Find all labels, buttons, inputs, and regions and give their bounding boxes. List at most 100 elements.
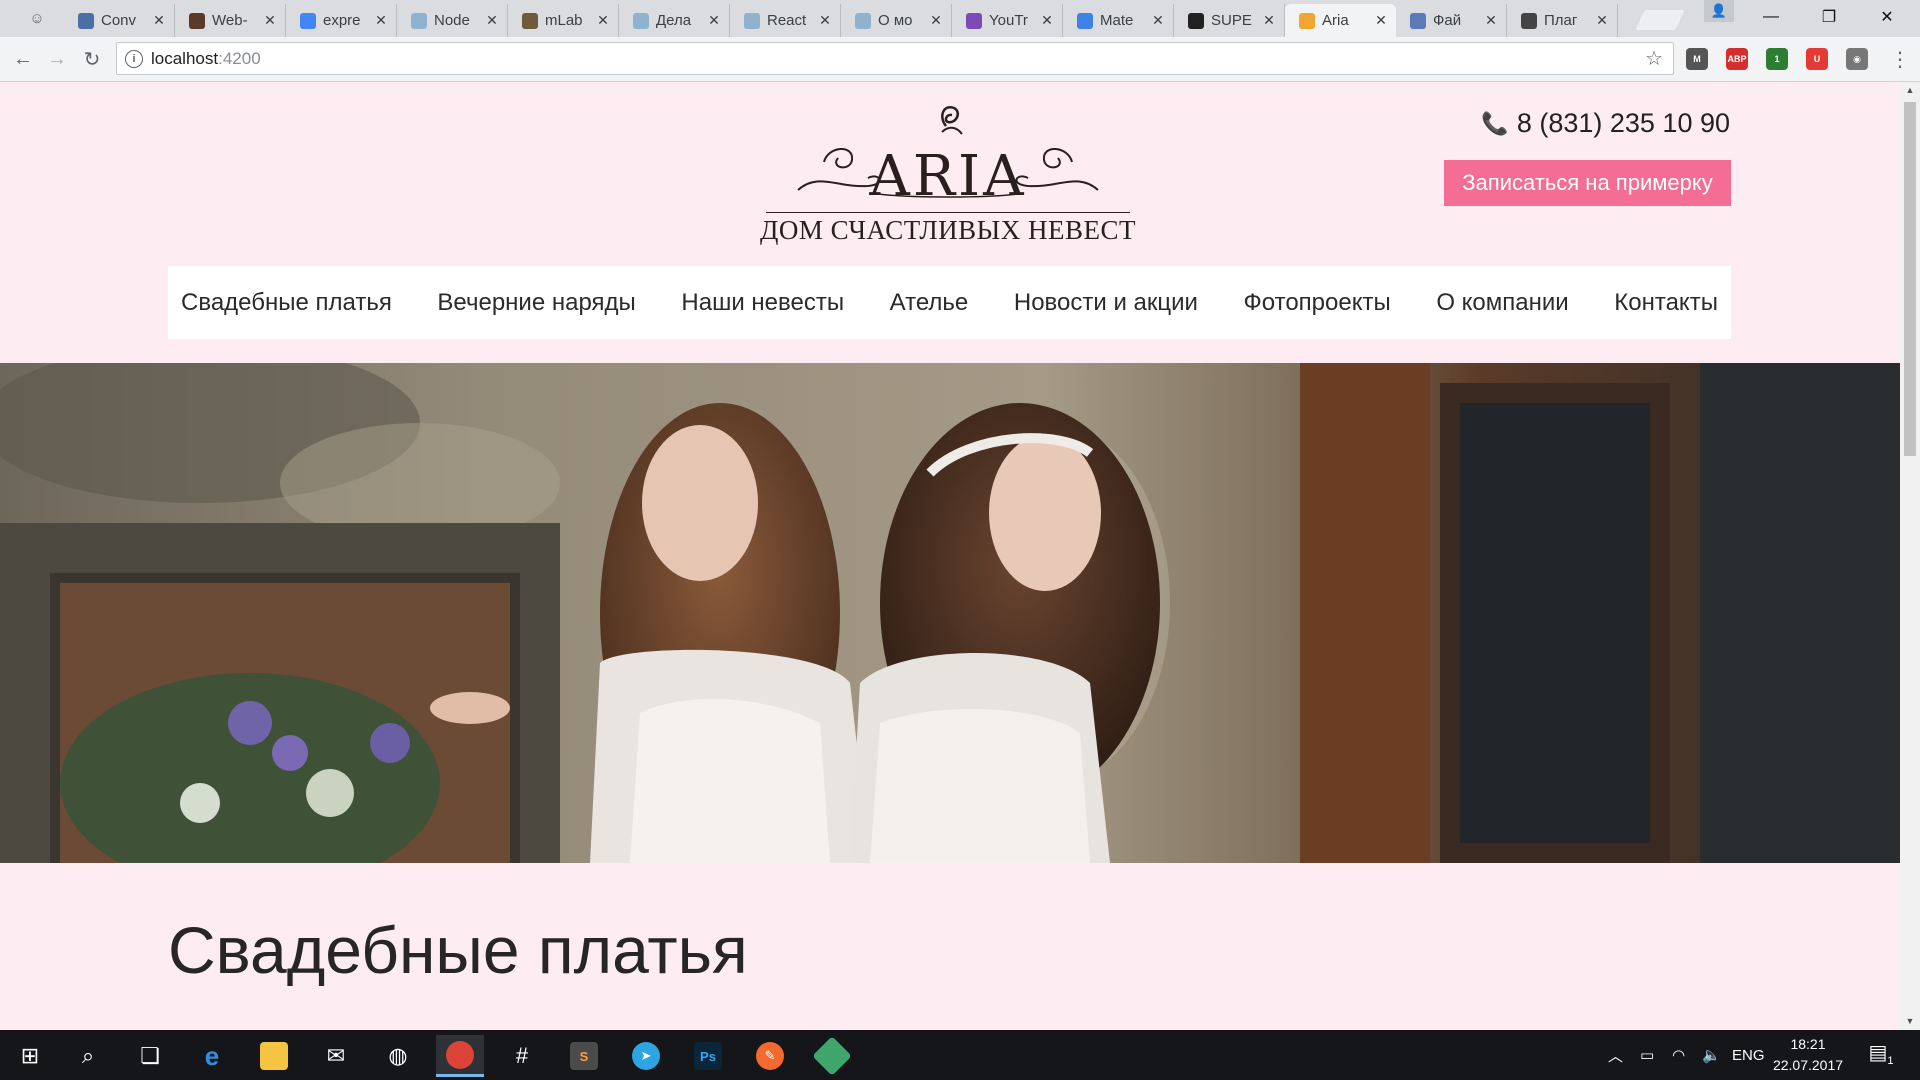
browser-tab[interactable]: Conv ✕ (64, 4, 175, 37)
tab-close-icon[interactable]: ✕ (1595, 12, 1609, 29)
browser-tab[interactable]: Фай ✕ (1396, 4, 1507, 37)
browser-toolbar: ← → ↻ i localhost:4200 ☆ M ABP 1 U ◉ ⋮ (0, 37, 1920, 82)
browser-tab[interactable]: Mate ✕ (1063, 4, 1174, 37)
site-info-icon[interactable]: i (125, 49, 143, 68)
tab-close-icon[interactable]: ✕ (929, 12, 943, 29)
extension-icon[interactable]: U (1806, 48, 1828, 70)
tab-close-icon[interactable]: ✕ (707, 12, 721, 29)
tab-favicon-icon (744, 12, 760, 29)
tab-close-icon[interactable]: ✕ (1374, 12, 1388, 29)
tab-favicon-icon (1077, 12, 1093, 29)
telegram-icon[interactable]: ➤ (622, 1035, 670, 1077)
address-bar[interactable]: i localhost:4200 ☆ (116, 42, 1674, 75)
nav-menu-item[interactable]: Свадебные платья (181, 289, 392, 317)
incognito-profile-icon[interactable]: ☺ (26, 8, 48, 28)
battery-icon[interactable]: ▭ (1640, 1030, 1654, 1080)
file-explorer-icon[interactable] (250, 1035, 298, 1077)
tab-close-icon[interactable]: ✕ (152, 12, 166, 29)
page-viewport: ARIA ДОМ СЧАСТЛИВЫХ НЕВЕСТ 📞 8 (831) 235… (0, 82, 1900, 1030)
chrome-icon[interactable] (436, 1035, 484, 1077)
restore-window-button[interactable]: ❐ (1800, 0, 1858, 34)
extension-icon[interactable]: 1 (1766, 48, 1788, 70)
scroll-up-icon[interactable]: ▲ (1900, 82, 1920, 99)
tab-title: О мо (878, 12, 913, 29)
tab-favicon-icon (300, 12, 316, 29)
sublime-text-icon[interactable]: S (560, 1035, 608, 1077)
wifi-icon[interactable]: ◠ (1672, 1030, 1685, 1080)
nav-menu-item[interactable]: Вечерние наряды (437, 289, 635, 317)
tab-title: Mate (1100, 12, 1134, 29)
tab-favicon-icon (1299, 12, 1315, 29)
extension-icon[interactable]: ABP (1726, 48, 1748, 70)
pen-app-icon[interactable]: ✎ (746, 1035, 794, 1077)
browser-tab-strip: ☺ Conv ✕ Web- ✕ expre ✕ Node ✕ mLab ✕ Дела ✕ React ✕ О… (0, 0, 1920, 37)
tab-title: Плаг (1544, 12, 1578, 29)
edge-browser-icon[interactable]: e (188, 1035, 236, 1077)
tab-close-icon[interactable]: ✕ (1040, 12, 1054, 29)
show-hidden-icons-icon[interactable]: ︿ (1608, 1030, 1623, 1080)
nav-menu-item[interactable]: О компании (1436, 289, 1568, 317)
search-icon[interactable]: ⌕ (64, 1035, 112, 1077)
tab-title: Conv (101, 12, 137, 29)
browser-tab[interactable]: О мо ✕ (841, 4, 952, 37)
main-navigation: Свадебные платья Вечерние наряды Наши неве… (168, 266, 1731, 339)
browser-tab[interactable]: Дела ✕ (619, 4, 730, 37)
scroll-down-icon[interactable]: ▼ (1900, 1013, 1920, 1030)
browser-tab[interactable]: YouTr ✕ (952, 4, 1063, 37)
tab-close-icon[interactable]: ✕ (485, 12, 499, 29)
site-logo[interactable]: ARIA ДОМ СЧАСТЛИВЫХ НЕВЕСТ (758, 102, 1138, 245)
page-scrollbar[interactable]: ▲ ▼ (1900, 82, 1920, 1030)
tab-close-icon[interactable]: ✕ (1262, 12, 1276, 29)
tab-favicon-icon (1521, 12, 1537, 29)
forward-arrow-icon[interactable]: → (43, 45, 71, 73)
nav-menu-item[interactable]: Новости и акции (1014, 289, 1198, 317)
header-phone[interactable]: 📞 8 (831) 235 10 90 (1481, 108, 1730, 139)
tab-title: YouTr (989, 12, 1028, 29)
tab-close-icon[interactable]: ✕ (1151, 12, 1165, 29)
browser-tab[interactable]: expre ✕ (286, 4, 397, 37)
nav-menu-item[interactable]: Ателье (890, 289, 969, 317)
photoshop-icon[interactable]: Ps (684, 1035, 732, 1077)
minimize-window-button[interactable]: — (1742, 0, 1800, 34)
close-window-button[interactable]: ✕ (1858, 0, 1916, 34)
browser-tab[interactable]: Node ✕ (397, 4, 508, 37)
clock-date: 22.07.2017 (1772, 1057, 1844, 1073)
language-indicator[interactable]: ENG (1732, 1030, 1765, 1080)
user-profile-icon[interactable]: 👤 (1704, 0, 1734, 22)
app-globe-icon[interactable]: ◍ (374, 1035, 422, 1077)
mail-icon[interactable]: ✉ (312, 1035, 360, 1077)
browser-tab[interactable]: mLab ✕ (508, 4, 619, 37)
new-tab-button[interactable] (1635, 10, 1685, 30)
browser-menu-icon[interactable]: ⋮ (1890, 47, 1910, 72)
extension-icon[interactable]: ◉ (1846, 48, 1868, 70)
tab-close-icon[interactable]: ✕ (1484, 12, 1498, 29)
url-port: :4200 (218, 48, 261, 68)
tab-title: Web- (212, 12, 248, 29)
nav-menu-item[interactable]: Фотопроекты (1244, 289, 1391, 317)
browser-tab[interactable]: Aria ✕ (1285, 4, 1396, 37)
slack-icon[interactable]: # (498, 1035, 546, 1077)
windows-start-icon[interactable]: ⊞ (6, 1035, 54, 1077)
nav-menu-item[interactable]: Наши невесты (681, 289, 844, 317)
browser-tab[interactable]: Плаг ✕ (1507, 4, 1618, 37)
extension-icon[interactable]: M (1686, 48, 1708, 70)
system-clock[interactable]: 18:21 22.07.2017 (1770, 1034, 1846, 1076)
scrollbar-thumb[interactable] (1904, 102, 1916, 456)
task-view-icon[interactable]: ❏ (126, 1035, 174, 1077)
tab-close-icon[interactable]: ✕ (596, 12, 610, 29)
action-center-icon[interactable]: ▤1 (1866, 1040, 1896, 1068)
back-arrow-icon[interactable]: ← (9, 45, 37, 73)
tab-close-icon[interactable]: ✕ (263, 12, 277, 29)
book-fitting-button[interactable]: Записаться на примерку (1444, 160, 1731, 206)
tab-close-icon[interactable]: ✕ (818, 12, 832, 29)
nav-menu-item[interactable]: Контакты (1614, 289, 1718, 317)
tab-title: expre (323, 12, 361, 29)
browser-tab[interactable]: SUPE ✕ (1174, 4, 1285, 37)
git-kraken-icon[interactable] (808, 1035, 856, 1077)
tab-close-icon[interactable]: ✕ (374, 12, 388, 29)
reload-icon[interactable]: ↻ (78, 45, 106, 73)
browser-tab[interactable]: Web- ✕ (175, 4, 286, 37)
volume-icon[interactable]: 🔈 (1702, 1030, 1721, 1080)
browser-tab[interactable]: React ✕ (730, 4, 841, 37)
bookmark-star-icon[interactable]: ☆ (1645, 46, 1663, 71)
